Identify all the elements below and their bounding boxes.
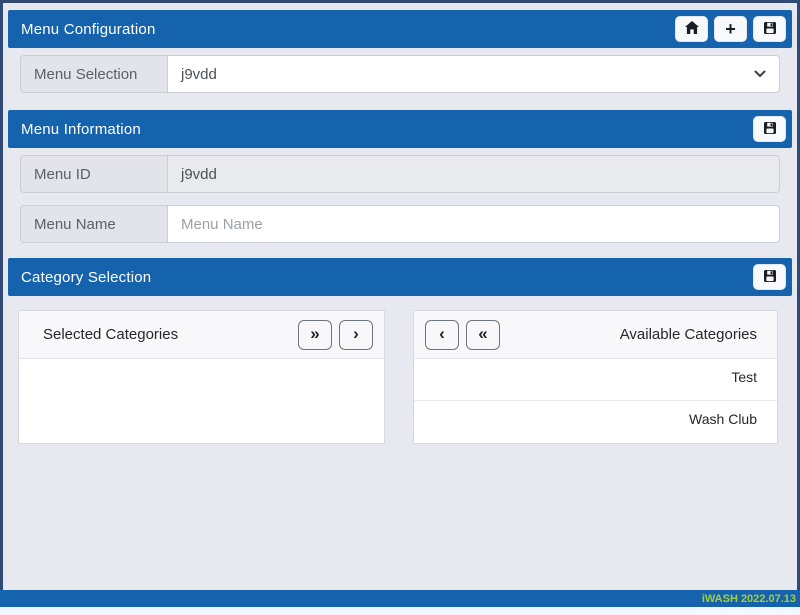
save-menu-information-button[interactable] (753, 116, 786, 142)
menu-information-title: Menu Information (21, 121, 141, 138)
double-chevron-right-icon: » (310, 325, 319, 342)
available-categories-title: Available Categories (620, 326, 757, 343)
move-all-right-button[interactable]: » (298, 320, 332, 350)
save-category-selection-button[interactable] (753, 264, 786, 290)
screen: Menu Configuration + (0, 0, 800, 615)
footer-version-text: iWASH 2022.07.13 (702, 593, 796, 605)
save-menu-config-button[interactable] (753, 16, 786, 42)
footer-version-bar: iWASH 2022.07.13 (0, 590, 800, 607)
menu-id-label: Menu ID (20, 155, 168, 193)
selected-categories-panel-header: Selected Categories » › (19, 311, 384, 359)
save-icon (763, 20, 777, 38)
menu-configuration-title: Menu Configuration (21, 21, 156, 38)
move-left-button[interactable]: ‹ (425, 320, 459, 350)
menu-selection-value: j9vdd (181, 66, 217, 83)
available-categories-panel-header: ‹ « Available Categories (414, 311, 777, 359)
menu-configuration-header: Menu Configuration + (8, 10, 792, 48)
available-categories-list: Test Wash Club (414, 359, 777, 443)
double-chevron-left-icon: « (478, 325, 487, 342)
category-list-item[interactable]: Test (414, 359, 777, 401)
category-selection-title: Category Selection (21, 269, 151, 286)
category-list-item[interactable]: Wash Club (414, 401, 777, 443)
menu-selection-label: Menu Selection (20, 55, 168, 93)
home-button[interactable] (675, 16, 708, 42)
menu-name-label: Menu Name (20, 205, 168, 243)
menu-name-row: Menu Name (20, 205, 780, 243)
menu-selection-select[interactable]: j9vdd (168, 55, 780, 93)
chevron-right-icon: › (353, 325, 359, 342)
selected-categories-title: Selected Categories (43, 326, 178, 343)
menu-selection-row: Menu Selection j9vdd (20, 55, 780, 93)
app-frame: Menu Configuration + (0, 0, 800, 590)
plus-icon: + (725, 20, 736, 38)
selected-categories-list (19, 359, 384, 372)
category-transfer-panels: Selected Categories » › ‹ (18, 310, 778, 444)
menu-name-input[interactable] (181, 206, 766, 242)
category-selection-header: Category Selection (8, 258, 792, 296)
save-icon (763, 120, 777, 138)
home-icon (684, 20, 700, 38)
chevron-left-icon: ‹ (439, 325, 445, 342)
save-icon (763, 268, 777, 286)
selected-categories-panel: Selected Categories » › (18, 310, 385, 444)
menu-name-field-wrap (168, 205, 780, 243)
chevron-down-icon (754, 70, 766, 78)
move-all-left-button[interactable]: « (466, 320, 500, 350)
move-right-button[interactable]: › (339, 320, 373, 350)
menu-id-value: j9vdd (168, 155, 780, 193)
add-menu-button[interactable]: + (714, 16, 747, 42)
menu-id-row: Menu ID j9vdd (20, 155, 780, 193)
menu-information-header: Menu Information (8, 110, 792, 148)
available-categories-panel: ‹ « Available Categories Test Wash Club (413, 310, 778, 444)
